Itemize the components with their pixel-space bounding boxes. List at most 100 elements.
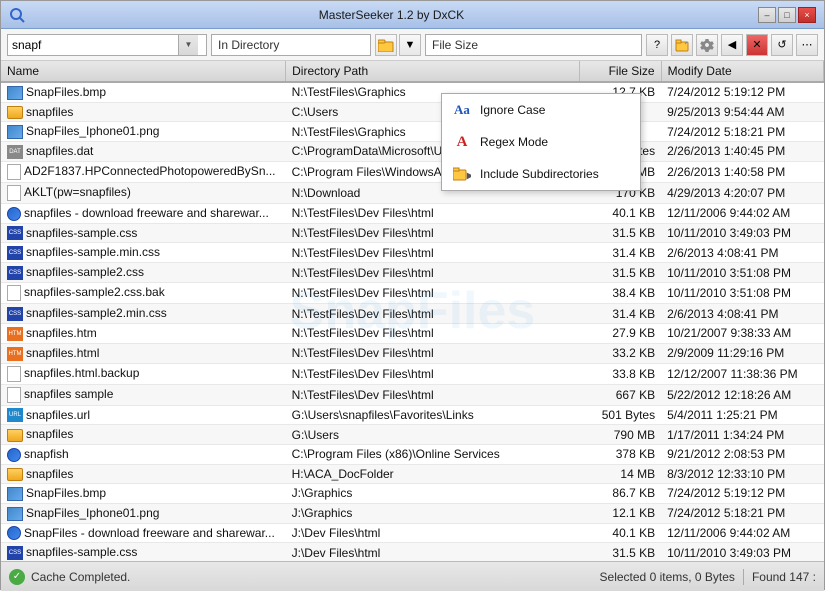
- col-header-name[interactable]: Name: [1, 61, 286, 82]
- dropdown-menu: Aa Ignore Case A Regex Mode ▶ Include Su…: [441, 93, 641, 191]
- table-row[interactable]: SnapFiles.bmpJ:\Graphics86.7 KB7/24/2012…: [1, 483, 824, 503]
- table-row[interactable]: SnapFiles.bmpN:\TestFiles\Graphics12.7 K…: [1, 82, 824, 102]
- cell-dir: N:\TestFiles\Dev Files\html: [286, 283, 580, 304]
- cell-date: 7/24/2012 5:19:12 PM: [661, 82, 823, 102]
- table-row[interactable]: CSSsnapfiles-sample2.cssN:\TestFiles\Dev…: [1, 263, 824, 283]
- filename: SnapFiles.bmp: [26, 486, 106, 500]
- table-row[interactable]: CSSsnapfiles-sample.cssN:\TestFiles\Dev …: [1, 223, 824, 243]
- help-button[interactable]: ?: [646, 34, 668, 56]
- include-subdirs-icon: ▶: [452, 164, 472, 184]
- app-icon: [9, 7, 25, 23]
- table-row[interactable]: snapfilesG:\Users790 MB1/17/2011 1:34:24…: [1, 425, 824, 444]
- filename: snapfiles - download freeware and sharew…: [24, 206, 269, 220]
- include-subdirs-item[interactable]: ▶ Include Subdirectories: [442, 158, 640, 190]
- window-controls: – □ ×: [758, 7, 816, 23]
- filesize-field: File Size: [425, 34, 642, 56]
- filename: snapfiles-sample2.css.bak: [24, 285, 165, 299]
- directory-controls: ▼: [375, 34, 421, 56]
- status-bar: ✓ Cache Completed. Selected 0 items, 0 B…: [1, 561, 824, 591]
- filename: snapfiles.dat: [26, 144, 93, 158]
- cell-name: snapfiles: [1, 102, 286, 121]
- table-row[interactable]: CSSsnapfiles-sample.cssJ:\Dev Files\html…: [1, 543, 824, 561]
- minimize-button[interactable]: –: [758, 7, 776, 23]
- cell-name: SnapFiles_Iphone01.png: [1, 122, 286, 142]
- table-row[interactable]: AD2F1837.HPConnectedPhotopoweredBySn...C…: [1, 161, 824, 182]
- search-input[interactable]: [8, 35, 178, 55]
- cell-name: snapfish: [1, 444, 286, 464]
- filename: snapfiles.htm: [26, 326, 97, 340]
- filename: snapfiles: [26, 467, 73, 481]
- cell-date: 2/26/2013 1:40:45 PM: [661, 141, 823, 161]
- table-header-row: Name Directory Path File Size Modify Dat…: [1, 61, 824, 82]
- table-row[interactable]: snapfilesC:\Users9/25/2013 9:54:44 AM: [1, 102, 824, 121]
- cell-name: snapfiles-sample2.css.bak: [1, 283, 286, 304]
- cell-name: URLsnapfiles.url: [1, 405, 286, 425]
- filename: snapfiles-sample2.min.css: [26, 306, 167, 320]
- cell-dir: J:\Graphics: [286, 483, 580, 503]
- table-row[interactable]: URLsnapfiles.urlG:\Users\snapfiles\Favor…: [1, 405, 824, 425]
- cell-size: 14 MB: [580, 464, 661, 483]
- back-button[interactable]: ◀: [721, 34, 743, 56]
- ignore-case-item[interactable]: Aa Ignore Case: [442, 94, 640, 126]
- refresh-button[interactable]: ↺: [771, 34, 793, 56]
- cell-size: 86.7 KB: [580, 483, 661, 503]
- cell-date: 2/26/2013 1:40:58 PM: [661, 161, 823, 182]
- cell-dir: C:\Program Files (x86)\Online Services: [286, 444, 580, 464]
- regex-mode-item[interactable]: A Regex Mode: [442, 126, 640, 158]
- table-row[interactable]: SnapFiles - download freeware and sharew…: [1, 523, 824, 543]
- table-row[interactable]: HTMsnapfiles.htmlN:\TestFiles\Dev Files\…: [1, 343, 824, 363]
- cell-name: HTMsnapfiles.htm: [1, 323, 286, 343]
- cell-name: CSSsnapfiles-sample.css: [1, 223, 286, 243]
- cell-size: 31.5 KB: [580, 223, 661, 243]
- maximize-button[interactable]: □: [778, 7, 796, 23]
- table-row[interactable]: snapfilesH:\ACA_DocFolder14 MB8/3/2012 1…: [1, 464, 824, 483]
- filename: snapfiles-sample.min.css: [26, 245, 160, 259]
- cell-dir: N:\TestFiles\Dev Files\html: [286, 363, 580, 384]
- table-row[interactable]: snapfiles-sample2.css.bak N:\TestFiles\De…: [1, 283, 824, 304]
- settings-button[interactable]: [696, 34, 718, 56]
- filename: snapfiles.html.backup: [24, 366, 139, 380]
- cell-dir: N:\TestFiles\Dev Files\html: [286, 323, 580, 343]
- filename: snapfiles-sample.css: [26, 545, 137, 559]
- file-table-container[interactable]: SnapFiles Name Directory Path File Size …: [1, 61, 824, 561]
- open-folder-button[interactable]: [375, 34, 397, 56]
- cell-date: 2/6/2013 4:08:41 PM: [661, 304, 823, 324]
- cell-date: 8/3/2012 12:33:10 PM: [661, 464, 823, 483]
- filename: snapfiles sample: [24, 387, 113, 401]
- table-row[interactable]: DATsnapfiles.datC:\ProgramData\Microsoft…: [1, 141, 824, 161]
- table-row[interactable]: CSSsnapfiles-sample2.min.cssN:\TestFiles…: [1, 304, 824, 324]
- status-left: ✓ Cache Completed.: [9, 569, 600, 585]
- table-row[interactable]: snapfiles - download freeware and sharew…: [1, 203, 824, 223]
- filename: snapfiles.url: [26, 408, 90, 422]
- filename: AKLT(pw=snapfiles): [24, 185, 131, 199]
- cell-dir: J:\Dev Files\html: [286, 523, 580, 543]
- cell-dir: J:\Graphics: [286, 503, 580, 523]
- col-header-size[interactable]: File Size: [580, 61, 661, 82]
- table-row[interactable]: snapfish C:\Program Files (x86)\Online Se…: [1, 444, 824, 464]
- cell-date: 2/6/2013 4:08:41 PM: [661, 243, 823, 263]
- col-header-dir[interactable]: Directory Path: [286, 61, 580, 82]
- extra-button[interactable]: ⋯: [796, 34, 818, 56]
- filename: snapfish: [24, 447, 69, 461]
- table-row[interactable]: AKLT(pw=snapfiles)N:\Download170 KB4/29/…: [1, 182, 824, 203]
- table-row[interactable]: SnapFiles_Iphone01.pngN:\TestFiles\Graph…: [1, 122, 824, 142]
- open-button[interactable]: [671, 34, 693, 56]
- cell-date: 1/17/2011 1:34:24 PM: [661, 425, 823, 444]
- dir-down-button[interactable]: ▼: [399, 34, 421, 56]
- cell-dir: N:\TestFiles\Dev Files\html: [286, 203, 580, 223]
- filename: AD2F1837.HPConnectedPhotopoweredBySn...: [24, 164, 276, 178]
- table-row[interactable]: CSSsnapfiles-sample.min.cssN:\TestFiles\…: [1, 243, 824, 263]
- cell-size: 31.5 KB: [580, 263, 661, 283]
- table-row[interactable]: snapfiles.html.backup N:\TestFiles\Dev Fi…: [1, 363, 824, 384]
- cell-size: 790 MB: [580, 425, 661, 444]
- search-dropdown-button[interactable]: ▼: [178, 35, 198, 55]
- table-row[interactable]: SnapFiles_Iphone01.pngJ:\Graphics12.1 KB…: [1, 503, 824, 523]
- table-row[interactable]: snapfiles sampleN:\TestFiles\Dev Files\h…: [1, 384, 824, 405]
- col-header-date[interactable]: Modify Date: [661, 61, 823, 82]
- cell-dir: N:\TestFiles\Dev Files\html: [286, 304, 580, 324]
- red-button[interactable]: ✕: [746, 34, 768, 56]
- status-check-icon: ✓: [9, 569, 25, 585]
- close-button[interactable]: ×: [798, 7, 816, 23]
- title-bar: MasterSeeker 1.2 by DxCK – □ ×: [1, 1, 824, 29]
- table-row[interactable]: HTMsnapfiles.htmN:\TestFiles\Dev Files\h…: [1, 323, 824, 343]
